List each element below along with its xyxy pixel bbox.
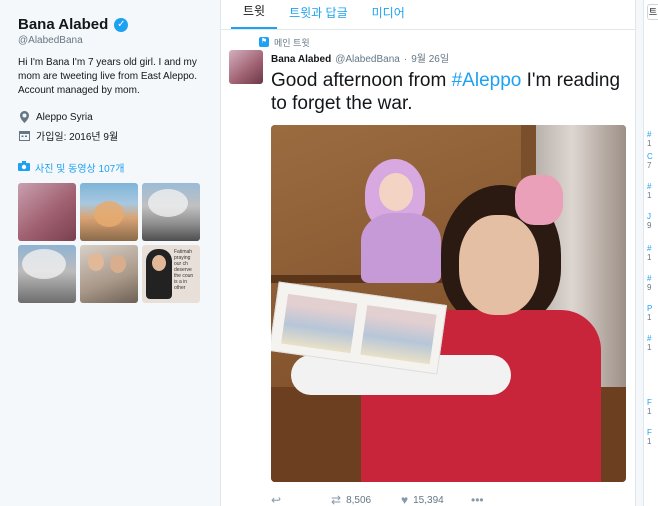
right-column: 트 #1 C 7 #1 J 9 #1 #9 P 1 #1 F 1 F 1 bbox=[643, 0, 658, 506]
tab-tweets[interactable]: 트윗 bbox=[231, 0, 278, 29]
tweet-content: Bana Alabed @AlabedBana · 9월 26일 Good af… bbox=[271, 50, 626, 506]
trend-item-count: 1 bbox=[647, 313, 652, 322]
verified-badge-icon: ✓ bbox=[114, 17, 129, 32]
tab-tweets-and-replies[interactable]: 트윗과 답글 bbox=[277, 0, 360, 29]
separator-dot: · bbox=[403, 54, 408, 65]
trend-item[interactable]: #1 bbox=[647, 182, 651, 200]
pin-icon: ⚑ bbox=[259, 37, 269, 47]
trend-item-count: 1 bbox=[647, 343, 652, 352]
trend-item-label: # bbox=[647, 130, 652, 139]
trend-item[interactable]: #1 bbox=[647, 244, 651, 262]
retweet-icon: ⇄ bbox=[331, 493, 342, 506]
more-icon: ••• bbox=[471, 493, 484, 506]
trend-item-count: 9 bbox=[647, 221, 652, 230]
retweet-button[interactable]: ⇄ 8,506 bbox=[331, 493, 401, 506]
media-grid: Fatimah praying our ch deserve the coun … bbox=[18, 183, 203, 303]
profile-name[interactable]: Bana Alabed bbox=[18, 16, 108, 33]
media-link[interactable]: 사진 및 동영상 107개 bbox=[18, 160, 203, 175]
media-thumbnail[interactable] bbox=[18, 183, 76, 241]
trend-item-label: # bbox=[647, 244, 652, 253]
heart-icon: ♥ bbox=[401, 493, 409, 506]
trend-item-label: # bbox=[647, 274, 652, 283]
profile-tabs: 트윗 트윗과 답글 미디어 bbox=[221, 0, 635, 30]
profile-meta: Aleppo Syria 가입일: 2016년 9월 bbox=[18, 108, 203, 144]
tweet-text-start: Good afternoon from bbox=[271, 70, 452, 91]
trend-item-label: # bbox=[647, 182, 652, 191]
calendar-icon bbox=[18, 129, 30, 141]
tweet-author[interactable]: Bana Alabed bbox=[271, 54, 331, 65]
camera-icon bbox=[18, 161, 30, 174]
reply-button[interactable]: ↩ bbox=[271, 493, 331, 506]
trend-item[interactable]: #9 bbox=[647, 274, 651, 292]
trend-item-label: C bbox=[647, 152, 653, 161]
profile-joined: 가입일: 2016년 9월 bbox=[36, 131, 119, 143]
location-row: Aleppo Syria bbox=[18, 108, 203, 126]
tab-media[interactable]: 미디어 bbox=[360, 0, 417, 29]
like-button[interactable]: ♥ 15,394 bbox=[401, 493, 471, 506]
trend-item-count: 7 bbox=[647, 161, 652, 170]
media-count-label: 사진 및 동영상 107개 bbox=[35, 164, 125, 175]
avatar[interactable] bbox=[229, 50, 263, 84]
media-thumbnail[interactable] bbox=[80, 245, 138, 303]
reply-icon: ↩ bbox=[271, 493, 282, 506]
hashtag-link[interactable]: #Aleppo bbox=[452, 70, 522, 91]
media-thumbnail[interactable] bbox=[142, 183, 200, 241]
tweet-date[interactable]: 9월 26일 bbox=[411, 50, 449, 65]
trend-item-count: 1 bbox=[647, 139, 652, 148]
trend-item-label: P bbox=[647, 304, 653, 313]
trend-item-count: 1 bbox=[647, 191, 652, 200]
trend-item-count: 1 bbox=[647, 253, 652, 262]
profile-handle[interactable]: @AlabedBana bbox=[18, 35, 203, 46]
pinned-label: 메인 트윗 bbox=[274, 37, 310, 48]
pinned-tweet[interactable]: ⚑ 메인 트윗 Bana Alabed @AlabedBana · 9월 26일… bbox=[221, 30, 635, 506]
tweet-text: Good afternoon from #Aleppo I'm reading … bbox=[271, 69, 626, 115]
trend-item-label: J bbox=[647, 212, 651, 221]
trend-item[interactable]: P1 bbox=[647, 304, 652, 322]
pinned-label-row: ⚑ 메인 트윗 bbox=[259, 36, 623, 48]
profile-sidebar: Bana Alabed ✓ @AlabedBana Hi I'm Bana I'… bbox=[0, 0, 215, 506]
tweet-actions: ↩ ⇄ 8,506 ♥ 15,394 ••• bbox=[271, 492, 626, 506]
trend-item[interactable]: #1 bbox=[647, 130, 651, 148]
media-thumbnail[interactable] bbox=[80, 183, 138, 241]
tweet-photo[interactable] bbox=[271, 125, 626, 482]
media-thumbnail[interactable] bbox=[18, 245, 76, 303]
trend-item[interactable]: F1 bbox=[647, 398, 652, 416]
doll-figure bbox=[361, 155, 441, 295]
trend-item-count: 1 bbox=[647, 437, 652, 446]
timeline: 트윗 트윗과 답글 미디어 ⚑ 메인 트윗 Bana Alabed @Alabe… bbox=[220, 0, 636, 506]
location-pin-icon bbox=[18, 111, 30, 123]
trend-item[interactable]: #1 bbox=[647, 334, 651, 352]
trend-item[interactable]: C7 bbox=[647, 152, 653, 170]
profile-location: Aleppo Syria bbox=[36, 111, 93, 123]
more-button[interactable]: ••• bbox=[471, 493, 484, 506]
trend-item-label: F bbox=[647, 398, 652, 407]
trend-item-count: 1 bbox=[647, 407, 652, 416]
tweet-body: Bana Alabed @AlabedBana · 9월 26일 Good af… bbox=[229, 50, 626, 506]
tweet-header: Bana Alabed @AlabedBana · 9월 26일 bbox=[271, 50, 626, 65]
media-thumbnail[interactable]: Fatimah praying our ch deserve the coun … bbox=[142, 245, 200, 303]
profile-bio: Hi I'm Bana I'm 7 years old girl. I and … bbox=[18, 57, 197, 96]
right-column-button[interactable]: 트 bbox=[647, 4, 658, 20]
trend-item-label: F bbox=[647, 428, 652, 437]
tweet-handle[interactable]: @AlabedBana bbox=[335, 54, 400, 65]
joined-row: 가입일: 2016년 9월 bbox=[18, 126, 203, 144]
trend-item[interactable]: J9 bbox=[647, 212, 651, 230]
profile-name-row: Bana Alabed ✓ bbox=[18, 16, 203, 33]
trend-item-label: # bbox=[647, 334, 652, 343]
like-count: 15,394 bbox=[413, 494, 444, 506]
retweet-count: 8,506 bbox=[346, 494, 372, 506]
trend-item-count: 9 bbox=[647, 283, 652, 292]
trend-item[interactable]: F1 bbox=[647, 428, 652, 446]
